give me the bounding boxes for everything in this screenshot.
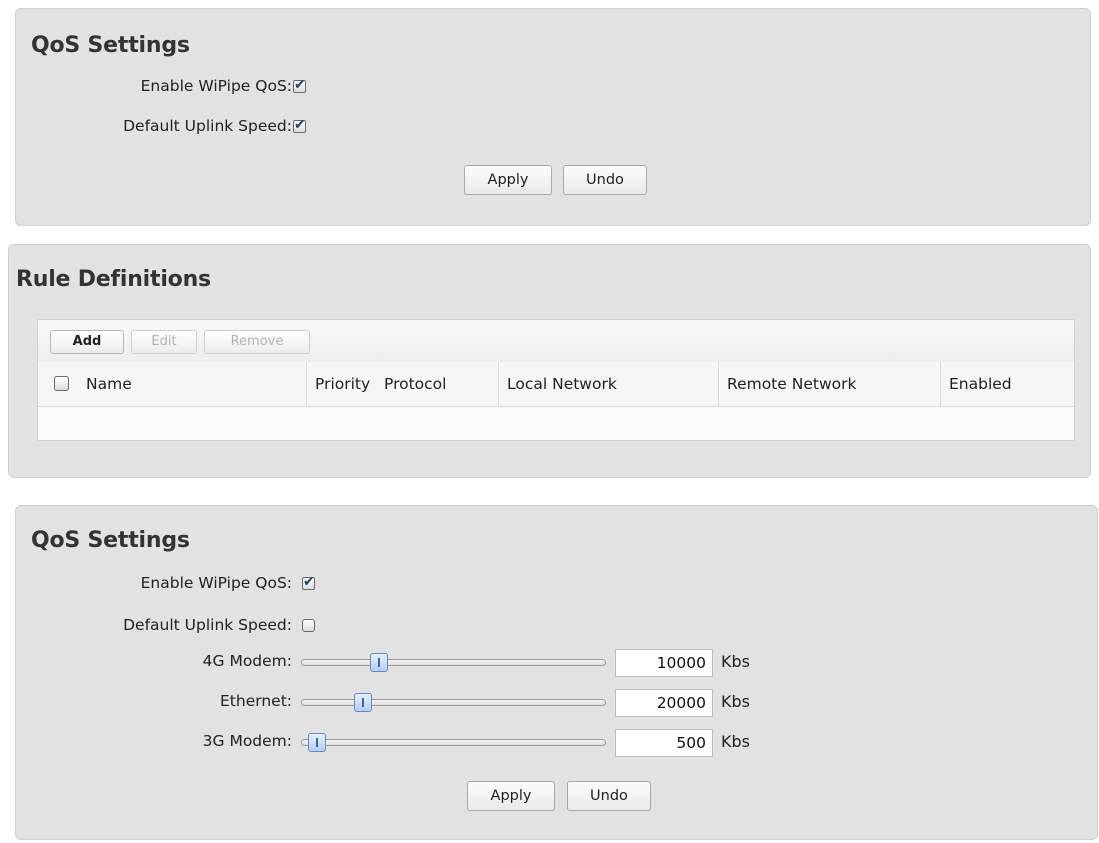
grid-header-row: Name Priority Protocol Local Network Rem… [38, 362, 1074, 407]
column-header-priority[interactable]: Priority [306, 362, 376, 406]
qos-settings-panel-1: QoS Settings Enable WiPipe QoS: Default … [15, 8, 1091, 226]
ethernet-speed-input[interactable]: 20000 [615, 689, 713, 717]
4g-modem-slider-handle[interactable] [370, 653, 388, 672]
apply-button[interactable]: Apply [467, 781, 555, 811]
select-all-checkbox[interactable] [54, 376, 69, 391]
enable-wipipe-qos-checkbox[interactable] [293, 80, 306, 93]
enable-wipipe-qos-checkbox[interactable] [302, 577, 315, 590]
3g-modem-label: 3G Modem: [202, 732, 292, 750]
apply-button[interactable]: Apply [464, 165, 552, 195]
add-rule-button[interactable]: Add [50, 330, 124, 354]
enable-wipipe-qos-label: Enable WiPipe QoS: [140, 574, 292, 592]
3g-modem-slider-track[interactable] [301, 739, 606, 746]
ethernet-slider-handle[interactable] [354, 693, 372, 712]
default-uplink-speed-label: Default Uplink Speed: [123, 616, 292, 634]
rule-definitions-panel: Rule Definitions Add Edit Remove Name Pr… [8, 244, 1091, 478]
4g-modem-label: 4G Modem: [202, 652, 292, 670]
qos-settings-panel-2: QoS Settings Enable WiPipe QoS: Default … [15, 505, 1098, 840]
rules-grid: Add Edit Remove Name Priority Protocol L… [37, 319, 1075, 441]
column-header-name[interactable]: Name [78, 362, 306, 406]
column-header-enabled[interactable]: Enabled [940, 362, 1060, 406]
panel-title: Rule Definitions [16, 267, 211, 292]
column-header-local-network[interactable]: Local Network [498, 362, 718, 406]
ethernet-label: Ethernet: [220, 692, 292, 710]
default-uplink-speed-checkbox[interactable] [293, 120, 306, 133]
undo-button[interactable]: Undo [567, 781, 651, 811]
column-header-remote-network[interactable]: Remote Network [718, 362, 940, 406]
3g-modem-speed-input[interactable]: 500 [615, 729, 713, 757]
ethernet-slider-track[interactable] [301, 699, 606, 706]
enable-wipipe-qos-label: Enable WiPipe QoS: [140, 77, 292, 95]
3g-modem-slider-handle[interactable] [308, 733, 326, 752]
panel-title: QoS Settings [31, 33, 190, 58]
4g-modem-unit: Kbs [721, 652, 750, 671]
3g-modem-unit: Kbs [721, 732, 750, 751]
edit-rule-button[interactable]: Edit [131, 330, 197, 354]
column-header-protocol[interactable]: Protocol [376, 362, 498, 406]
panel-title: QoS Settings [31, 528, 190, 553]
4g-modem-slider-track[interactable] [301, 659, 606, 666]
undo-button[interactable]: Undo [563, 165, 647, 195]
remove-rule-button[interactable]: Remove [204, 330, 310, 354]
default-uplink-speed-checkbox[interactable] [302, 619, 315, 632]
4g-modem-speed-input[interactable]: 10000 [615, 649, 713, 677]
default-uplink-speed-label: Default Uplink Speed: [123, 117, 292, 135]
ethernet-unit: Kbs [721, 692, 750, 711]
grid-toolbar: Add Edit Remove [38, 320, 1074, 363]
